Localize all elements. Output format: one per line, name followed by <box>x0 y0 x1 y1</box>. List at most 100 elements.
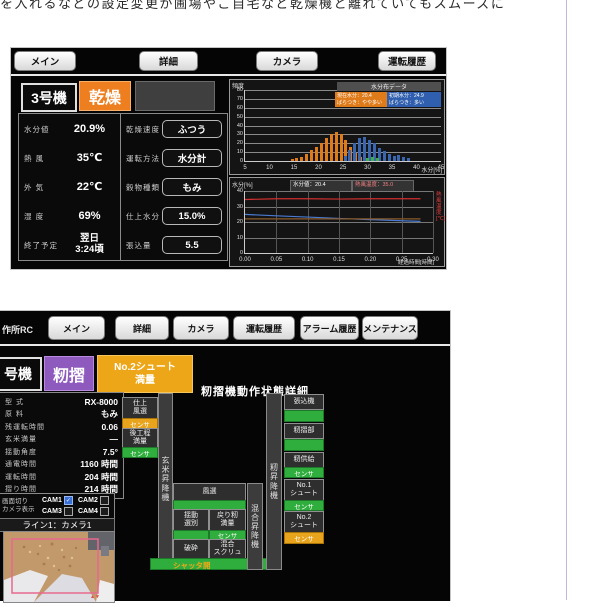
dryer-settings-box: 乾燥速度ふつう 運転方法水分計 穀物種類もみ 仕上水分15.0% 張込量5.5 <box>120 113 228 261</box>
drying-speed-value[interactable]: ふつう <box>162 120 222 138</box>
param-label: 熱 風 <box>24 153 60 164</box>
diagram-post-process-full-cell: 後工程 満量 <box>122 428 158 448</box>
param-row: 終了予定翌日 3:24頃 <box>24 234 119 256</box>
camera-name-label: CAM1 <box>42 497 62 504</box>
diagram-winnow-cell: 風選 <box>173 483 246 501</box>
setting-label: 穀物種類 <box>126 182 162 193</box>
diagram-mixing-screw-cell: 混合 スクリュ <box>209 539 246 559</box>
grid-line <box>245 108 441 109</box>
checkbox-empty-icon[interactable] <box>100 496 109 505</box>
x-tick-label: 40 <box>413 165 420 171</box>
diagram-loading-cell: 張込機 <box>284 394 324 410</box>
y-tick-label: 30 <box>231 131 243 137</box>
hulling-run-indicator <box>284 439 324 451</box>
grid-line <box>245 117 441 118</box>
loading-run-indicator <box>284 410 324 422</box>
camera-image: ▲▼ <box>3 531 115 603</box>
histogram-bar <box>325 138 328 161</box>
param-row: 水分値20.9% <box>24 118 119 140</box>
info-row: 玄米満量― <box>5 433 118 445</box>
y-tick-label: 40 <box>231 188 243 194</box>
histogram-legend-header: 水分布データ <box>337 82 441 91</box>
histogram-bar <box>353 143 356 161</box>
info-row: 運転時間204 時間 <box>5 471 118 483</box>
param-value: 22℃ <box>60 181 119 194</box>
x-tick-label: 0.15 <box>333 257 345 263</box>
camera-checkbox-grid: CAM1✓CAM2CAM3CAM4 <box>42 496 114 516</box>
trend-series-水分 <box>245 214 420 221</box>
nav-camera-button[interactable]: カメラ <box>173 316 229 340</box>
x-tick-label: 35 <box>389 165 396 171</box>
dryer-status-badge: 乾燥 <box>79 81 131 111</box>
camera-toggle-cam2[interactable]: CAM2 <box>78 496 114 505</box>
camera-toggle-cam4[interactable]: CAM4 <box>78 507 114 516</box>
info-row: 揺動角度7.5° <box>5 446 118 458</box>
camera-toggle-cam3[interactable]: CAM3 <box>42 507 78 516</box>
param-label: 外 気 <box>24 182 60 193</box>
moisture-histogram: 頻度 0102030405060708051015202530354045 水分… <box>229 79 445 175</box>
setting-row: 運転方法水分計 <box>126 147 222 169</box>
grain-type-value[interactable]: もみ <box>162 178 222 196</box>
histogram-bar <box>295 158 298 161</box>
nav-main-button[interactable]: メイン <box>48 316 105 340</box>
check-icon[interactable]: ✓ <box>64 496 73 505</box>
nav-detail-button[interactable]: 詳細 <box>115 316 169 340</box>
page-column-rule <box>566 0 567 600</box>
y-tick-label: 60 <box>231 105 243 111</box>
setting-row: 穀物種類もみ <box>126 176 222 198</box>
nav-camera-button[interactable]: カメラ <box>256 51 318 71</box>
run-method-value[interactable]: 水分計 <box>162 149 222 167</box>
machine-number-label: 3号機 <box>21 83 77 112</box>
checkbox-empty-icon[interactable] <box>100 507 109 516</box>
camera-line-label: ライン1：カメラ1 <box>0 518 115 532</box>
y-tick-label: 20 <box>231 140 243 146</box>
y-tick-label: 0 <box>231 158 243 164</box>
setting-row: 仕上水分15.0% <box>126 205 222 227</box>
camera-switch-label: 画面切り カメラ表示 <box>0 498 42 515</box>
setting-row: 乾燥速度ふつう <box>126 118 222 140</box>
setting-label: 仕上水分 <box>126 211 162 222</box>
histogram-bar <box>393 156 396 161</box>
histogram-x-label: 水分[%] <box>421 165 442 174</box>
camera-feed-picture: ▲▼ <box>4 532 114 602</box>
camera-name-label: CAM2 <box>78 497 98 504</box>
camera-toggle-cam1[interactable]: CAM1✓ <box>42 496 78 505</box>
histogram-bar <box>397 155 400 161</box>
x-tick-label: 0.20 <box>364 257 376 263</box>
target-moisture-value[interactable]: 15.0% <box>162 207 222 225</box>
x-tick-label: 25 <box>340 165 347 171</box>
histogram-bar <box>407 158 410 161</box>
nav-history-button[interactable]: 運転履歴 <box>378 51 436 71</box>
maker-logo: 作所RC <box>2 323 33 336</box>
x-tick-label: 30 <box>364 165 371 171</box>
nav-maintenance-button[interactable]: メンテナンス <box>362 316 418 340</box>
grid-line <box>245 152 441 153</box>
param-row: 湿 度69% <box>24 205 119 227</box>
diagram-no2-chute-cell: No.2 シュート <box>284 511 324 533</box>
histogram-bar <box>315 147 318 161</box>
histogram-bar <box>300 157 303 161</box>
moisture-trend-chart: 水分[%] 水分値：20.4 熱風温度：35.0 熱風温度[℃] 0102030… <box>229 177 445 267</box>
svg-text:▲▼: ▲▼ <box>90 594 100 600</box>
dryer-monitor-panel: メイン 詳細 カメラ 運転履歴 3号機 乾燥 水分値20.9% 熱 風35℃ 外… <box>10 47 447 270</box>
no1-chute-sensor: センサ <box>284 500 324 511</box>
camera-name-label: CAM3 <box>42 508 62 515</box>
y-tick-label: 70 <box>231 96 243 102</box>
setting-label: 張込量 <box>126 240 162 251</box>
nav-alarm-log-button[interactable]: アラーム履歴 <box>300 316 359 340</box>
nav-main-button[interactable]: メイン <box>14 51 76 71</box>
param-label: 終了予定 <box>24 240 60 251</box>
paddy-supply-sensor: センサ <box>284 467 324 478</box>
x-tick-label: 20 <box>315 165 322 171</box>
trend-x-label: 経過時間[時間] <box>398 258 434 266</box>
nav-detail-button[interactable]: 詳細 <box>139 51 198 71</box>
histogram-bar <box>330 134 333 162</box>
diagram-oscillating-sorter-cell: 揺動 選別 <box>173 509 209 531</box>
param-value: 69% <box>60 210 119 223</box>
histogram-bar <box>320 143 323 161</box>
load-amount-value[interactable]: 5.5 <box>162 236 222 254</box>
param-value: 35℃ <box>60 152 119 165</box>
checkbox-empty-icon[interactable] <box>64 507 73 516</box>
nav-history-button[interactable]: 運転履歴 <box>233 316 295 340</box>
info-row: 原 料もみ <box>5 408 118 420</box>
